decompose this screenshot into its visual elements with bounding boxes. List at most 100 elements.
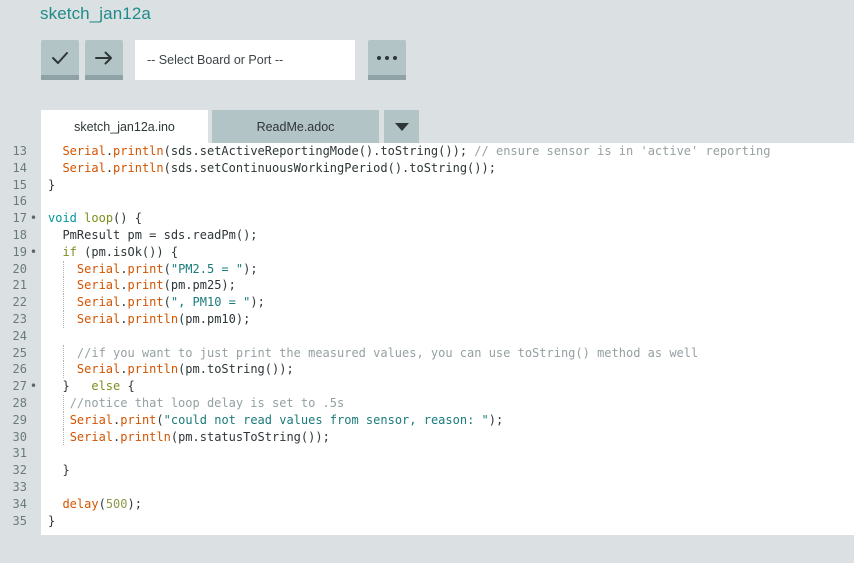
editor-tab-bar: sketch_jan12a.ino ReadMe.adoc — [41, 110, 419, 143]
indent-guide — [63, 428, 64, 446]
board-port-selector-value: -- Select Board or Port -- — [147, 53, 284, 67]
code-line[interactable]: 27 • } else { — [0, 378, 854, 395]
code-line[interactable]: 13 Serial.println(sds.setActiveReporting… — [0, 143, 854, 160]
code-token: () { — [113, 211, 142, 226]
tab-sketch-ino[interactable]: sketch_jan12a.ino — [41, 110, 208, 143]
code-token: { — [120, 379, 135, 394]
code-token: . — [120, 311, 128, 326]
line-number: 29 — [0, 411, 41, 429]
code-line[interactable]: 20 Serial.print("PM2.5 = "); — [0, 260, 854, 278]
code-line-text: Serial.println(pm.statusToString()); — [41, 428, 854, 446]
line-number: 34 — [0, 495, 41, 513]
code-line[interactable]: 33 — [0, 478, 854, 496]
code-token: "PM2.5 = " — [170, 261, 244, 276]
line-number: 35 — [0, 512, 41, 530]
code-line[interactable]: 22 Serial.print(", PM10 = "); — [0, 294, 854, 311]
indent-guide — [63, 361, 64, 379]
code-line-text: Serial.print(", PM10 = "); — [41, 294, 854, 311]
code-token: Serial — [62, 144, 106, 158]
code-line-text: Serial.print("PM2.5 = "); — [41, 260, 854, 278]
code-line[interactable]: 32 } — [0, 462, 854, 479]
code-line[interactable]: 25 //if you want to just print the measu… — [0, 344, 854, 362]
code-line[interactable]: 17 • void loop() { — [0, 210, 854, 227]
editor-bottom-strip — [0, 535, 854, 563]
code-line[interactable]: 24 — [0, 327, 854, 345]
code-line-text: } — [41, 462, 854, 479]
tab-label: ReadMe.adoc — [256, 119, 335, 134]
code-line[interactable]: 35} — [0, 512, 854, 530]
code-token: print — [127, 278, 164, 293]
code-token: ( — [163, 295, 171, 310]
code-line[interactable]: 19 • if (pm.isOk()) { — [0, 243, 854, 261]
code-line[interactable]: 18 PmResult pm = sds.readPm(); — [0, 226, 854, 244]
code-token: // ensure sensor is in 'active' reportin… — [474, 144, 771, 158]
indent-guide — [63, 277, 64, 295]
code-token: . — [120, 261, 128, 276]
code-token: } — [48, 463, 70, 478]
code-token: . — [105, 160, 114, 175]
code-token: println — [127, 362, 179, 377]
code-token: } — [48, 513, 56, 528]
code-token: (pm.pm10); — [178, 311, 251, 326]
code-line[interactable]: 16 — [0, 193, 854, 211]
line-number: 30 — [0, 428, 41, 446]
code-line-text: Serial.println(pm.toString()); — [41, 361, 854, 379]
tab-overflow-menu-button[interactable] — [384, 110, 419, 143]
main-toolbar: -- Select Board or Port -- — [41, 40, 406, 80]
code-token: PmResult pm = sds.readPm(); — [48, 227, 258, 242]
indent-guide — [63, 344, 64, 362]
code-token: ); — [488, 412, 504, 427]
code-line[interactable]: 23 Serial.println(pm.pm10); — [0, 310, 854, 328]
code-content[interactable]: 13 Serial.println(sds.setActiveReporting… — [0, 143, 854, 530]
more-options-button[interactable] — [368, 40, 406, 80]
code-token: ( — [163, 261, 171, 276]
code-line[interactable]: 14 Serial.println(sds.setContinuousWorki… — [0, 159, 854, 177]
code-line[interactable]: 21 Serial.print(pm.pm25); — [0, 277, 854, 295]
board-port-selector[interactable]: -- Select Board or Port -- — [135, 40, 355, 80]
code-line-text: void loop() { — [41, 210, 854, 227]
code-token: loop — [84, 211, 114, 226]
upload-button[interactable] — [85, 40, 123, 80]
indent-guide — [63, 394, 64, 412]
code-line[interactable]: 31 — [0, 445, 854, 463]
line-number: 26 — [0, 361, 41, 379]
code-token: ); — [127, 496, 142, 511]
code-line[interactable]: 26 Serial.println(pm.toString()); — [0, 361, 854, 379]
line-number: 27 — [0, 378, 41, 395]
code-token: //if you want to just print the measured… — [76, 345, 699, 360]
code-token: ", PM10 = " — [170, 295, 251, 310]
code-line[interactable]: 29 Serial.print("could not read values f… — [0, 411, 854, 429]
code-line-text: } — [41, 513, 854, 530]
verify-button[interactable] — [41, 40, 79, 80]
checkmark-icon — [49, 47, 71, 69]
line-number: 24 — [0, 327, 41, 345]
code-line[interactable]: 34 delay(500); — [0, 495, 854, 513]
code-token: ); — [243, 261, 258, 276]
code-token: Serial — [69, 412, 114, 427]
code-token: . — [120, 278, 128, 293]
code-line-text: //if you want to just print the measured… — [41, 344, 854, 362]
tab-readme-adoc[interactable]: ReadMe.adoc — [212, 110, 379, 143]
code-line-text: if (pm.isOk()) { — [41, 244, 854, 261]
code-line-text: } — [41, 177, 854, 194]
code-token: } — [48, 379, 92, 394]
code-line[interactable]: 15} — [0, 176, 854, 194]
code-token: Serial — [76, 278, 121, 293]
line-number: 17 — [0, 210, 41, 227]
code-token: print — [127, 261, 164, 276]
code-token: //notice that loop delay is set to .5s — [69, 395, 345, 410]
code-token: "could not read values from sensor, reas… — [163, 412, 489, 427]
code-line-text: delay(500); — [41, 496, 854, 513]
code-token: Serial — [62, 160, 106, 175]
code-line-text: Serial.println(pm.pm10); — [41, 310, 854, 328]
code-token: delay — [62, 496, 99, 511]
code-line[interactable]: 28 //notice that loop delay is set to .5… — [0, 394, 854, 412]
code-line[interactable]: 30 Serial.println(pm.statusToString()); — [0, 428, 854, 446]
code-editor[interactable]: 13 Serial.println(sds.setActiveReporting… — [0, 143, 854, 535]
